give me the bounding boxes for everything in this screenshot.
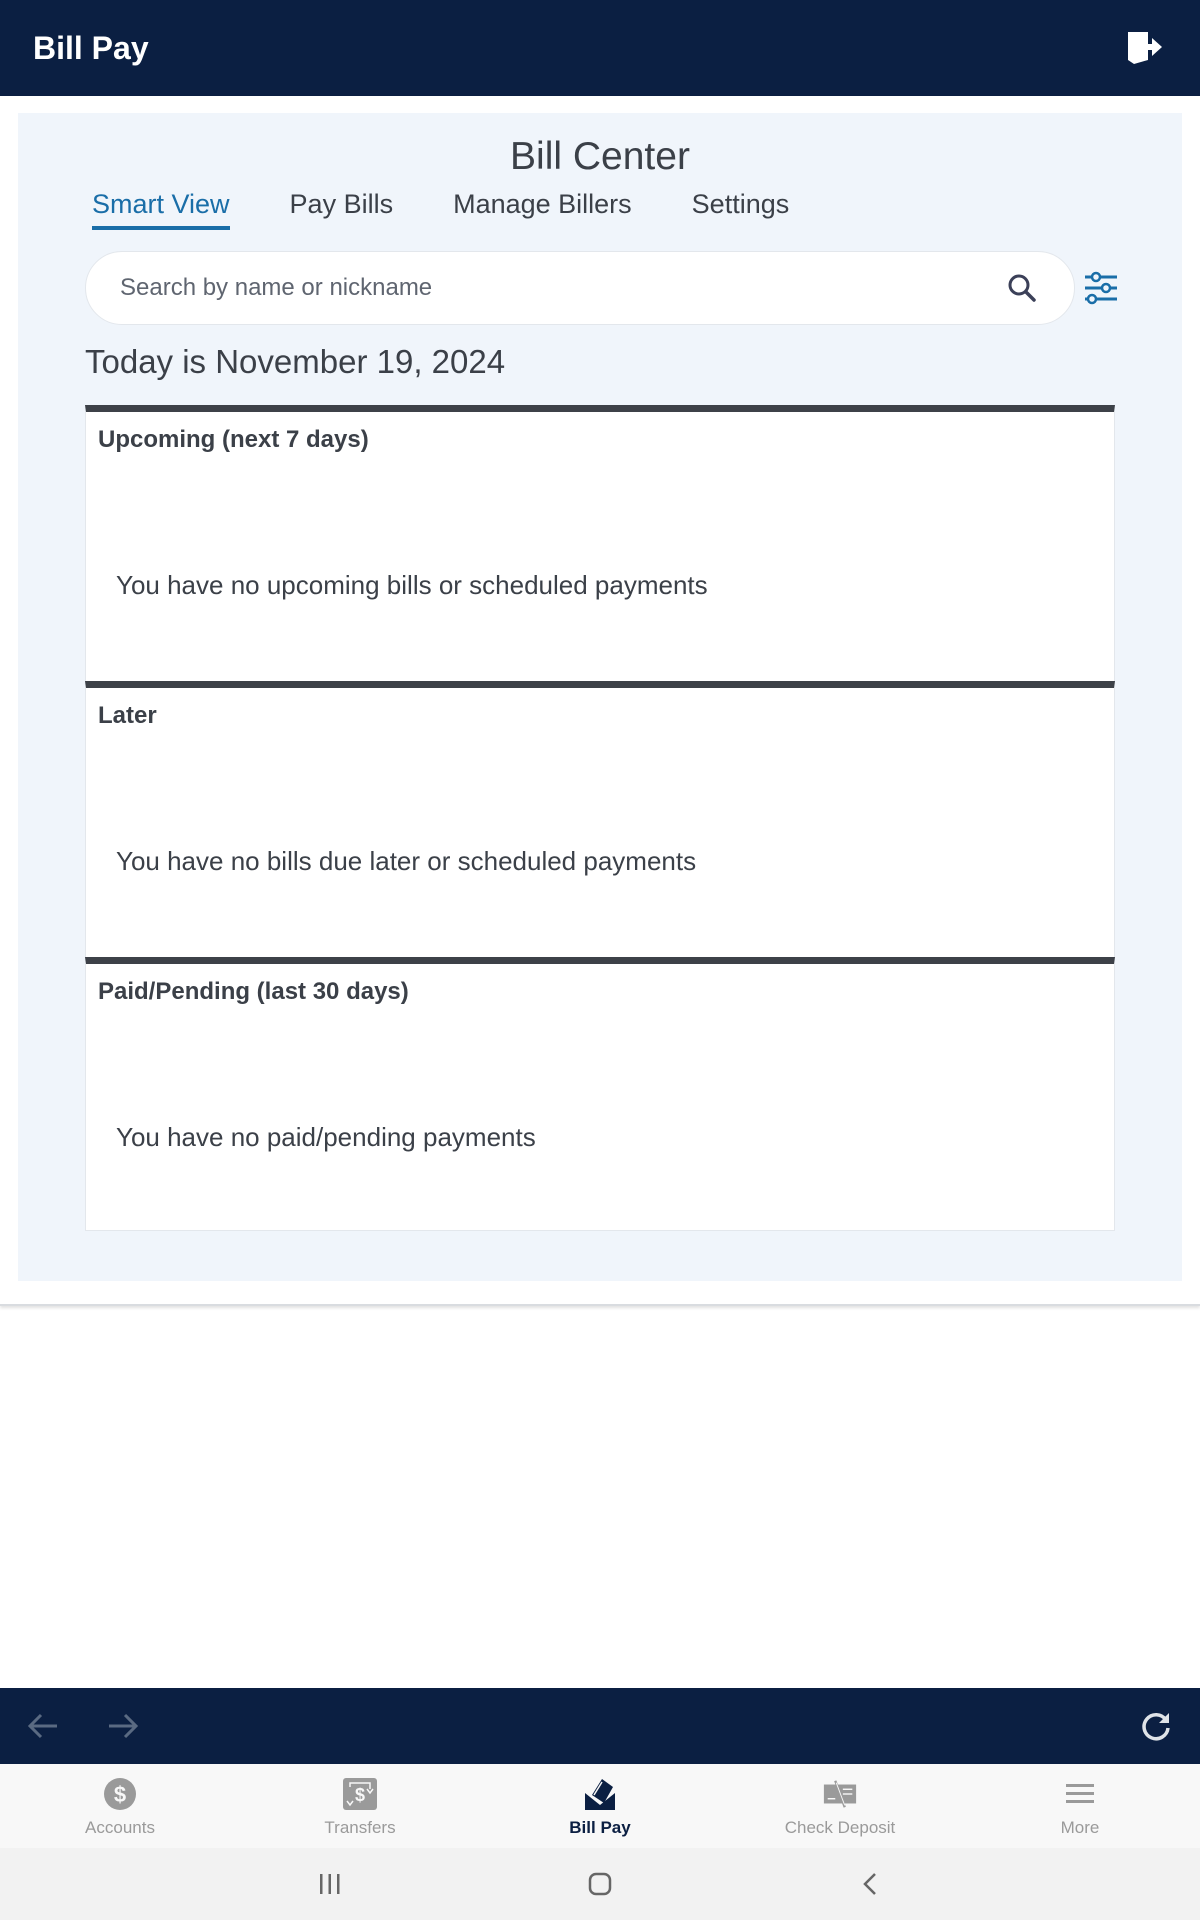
tabbar-item-check-deposit[interactable]: Check Deposit [720, 1764, 960, 1848]
section-empty-message: You have no paid/pending payments [116, 1122, 536, 1152]
back-button[interactable] [24, 1706, 64, 1746]
search-button[interactable] [1004, 270, 1040, 306]
section-empty-message: You have no bills due later or scheduled… [116, 846, 697, 876]
recents-icon [320, 1874, 340, 1894]
browser-nav-bar [0, 1688, 1200, 1764]
svg-text:$: $ [355, 1785, 365, 1805]
section-title: Later [98, 702, 157, 729]
tab-pay-bills[interactable]: Pay Bills [290, 189, 394, 230]
section-later: Later You have no bills due later or sch… [85, 681, 1115, 957]
arrow-left-icon [27, 1713, 57, 1739]
svg-text:$: $ [114, 1782, 126, 1807]
page-title: Bill Center [510, 135, 690, 178]
tab-manage-billers[interactable]: Manage Billers [453, 189, 632, 230]
tabbar-label: Bill Pay [569, 1818, 631, 1837]
filter-sliders-icon[interactable] [1082, 269, 1120, 307]
check-deposit-icon [823, 1780, 857, 1808]
tabbar-label: Transfers [324, 1818, 396, 1837]
section-paid-pending: Paid/Pending (last 30 days) You have no … [85, 957, 1115, 1231]
arrow-right-icon [109, 1713, 139, 1739]
system-back-button[interactable] [830, 1859, 910, 1909]
section-upcoming: Upcoming (next 7 days) You have no upcom… [85, 405, 1115, 681]
bill-center-tabs: Smart View Pay Bills Manage Billers Sett… [92, 189, 849, 230]
tab-settings[interactable]: Settings [692, 189, 790, 230]
tabbar-label: More [1060, 1818, 1100, 1837]
bottom-tab-bar: $ Accounts $ Transfers Bill Pay Check De… [0, 1764, 1200, 1848]
forward-button[interactable] [102, 1706, 142, 1746]
tabbar-label: Accounts [85, 1818, 155, 1837]
bill-envelope-icon [585, 1779, 615, 1810]
app-title: Bill Pay [33, 29, 149, 66]
search-bar [85, 251, 1075, 325]
chevron-left-icon [863, 1873, 876, 1895]
bill-center-card: Bill Center Smart View Pay Bills Manage … [0, 96, 1200, 1306]
tabbar-label: Check Deposit [784, 1818, 896, 1837]
menu-icon [1066, 1784, 1094, 1803]
search-icon [1008, 274, 1036, 302]
logout-door-icon [1128, 32, 1162, 64]
home-button[interactable] [560, 1859, 640, 1909]
today-date: Today is November 19, 2024 [85, 343, 506, 380]
tabbar-item-more[interactable]: More [960, 1764, 1200, 1848]
section-title: Paid/Pending (last 30 days) [98, 978, 409, 1005]
refresh-button[interactable] [1136, 1706, 1176, 1746]
tabbar-item-accounts[interactable]: $ Accounts [0, 1764, 240, 1848]
section-title: Upcoming (next 7 days) [98, 426, 369, 453]
section-empty-message: You have no upcoming bills or scheduled … [116, 570, 708, 600]
logout-button[interactable] [1123, 26, 1167, 70]
tabbar-item-transfers[interactable]: $ Transfers [240, 1764, 480, 1848]
tab-smart-view[interactable]: Smart View [92, 189, 230, 230]
app-bar: Bill Pay [0, 0, 1200, 96]
dollar-circle-icon: $ [104, 1778, 136, 1810]
recents-button[interactable] [290, 1859, 370, 1909]
tabbar-item-bill-pay[interactable]: Bill Pay [480, 1764, 720, 1848]
home-icon [588, 1872, 612, 1896]
transfer-icon: $ [343, 1778, 377, 1810]
system-nav-bar [0, 1848, 1200, 1920]
bill-center-panel: Bill Center Smart View Pay Bills Manage … [18, 113, 1182, 1281]
search-input[interactable] [120, 274, 1004, 302]
refresh-icon [1142, 1712, 1170, 1741]
